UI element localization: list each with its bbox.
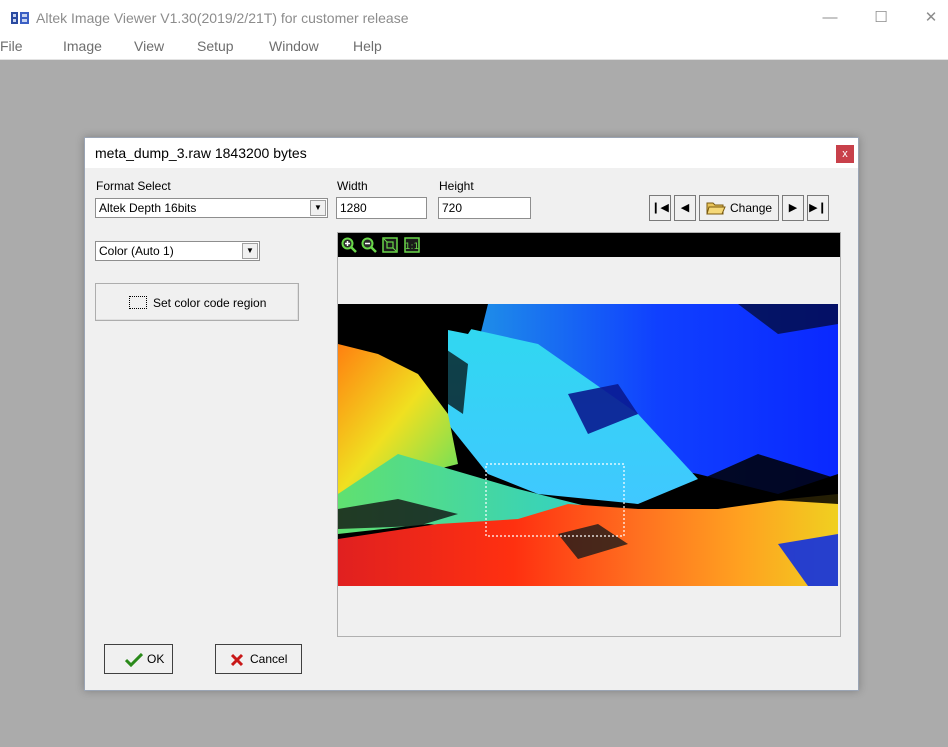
x-mark-icon [230, 653, 244, 667]
menu-window[interactable]: Window [269, 38, 319, 54]
menu-file[interactable]: File [0, 38, 23, 54]
folder-open-icon [706, 202, 726, 215]
cancel-button[interactable]: Cancel [215, 644, 302, 674]
height-label: Height [439, 179, 474, 193]
app-icon [11, 12, 29, 24]
close-window-button[interactable]: ✕ [916, 6, 946, 30]
region-select-icon [129, 296, 147, 309]
height-input[interactable] [439, 198, 530, 218]
width-input[interactable] [337, 198, 426, 218]
svg-text:1:1: 1:1 [405, 242, 419, 252]
zoom-in-icon[interactable] [341, 237, 357, 253]
set-color-region-button[interactable]: Set color code region [95, 283, 299, 321]
width-field[interactable] [336, 197, 427, 219]
change-button[interactable]: Change [699, 195, 779, 221]
image-preview-panel: 1:1 [337, 232, 841, 637]
close-icon: x [842, 148, 848, 160]
skip-last-icon: ▶❙ [809, 202, 827, 214]
chevron-down-icon[interactable]: ▼ [310, 200, 326, 216]
menu-setup[interactable]: Setup [197, 38, 234, 54]
ok-button[interactable]: OK [104, 644, 173, 674]
checkmark-icon [125, 653, 143, 667]
maximize-icon: ☐ [874, 9, 888, 26]
menu-help[interactable]: Help [353, 38, 382, 54]
fit-window-icon[interactable] [382, 237, 398, 253]
prev-file-button[interactable]: ◀ [674, 195, 696, 221]
close-icon: ✕ [924, 9, 938, 26]
color-mode-select[interactable]: Color (Auto 1) ▼ [95, 241, 260, 261]
minimize-icon: — [822, 9, 838, 26]
zoom-out-icon[interactable] [361, 237, 377, 253]
depth-map-image[interactable] [338, 304, 838, 586]
format-select-value: Altek Depth 16bits [99, 201, 197, 215]
dialog-close-button[interactable]: x [836, 145, 854, 163]
menu-image[interactable]: Image [63, 38, 102, 54]
prev-icon: ◀ [680, 202, 690, 214]
window-titlebar: Altek Image Viewer V1.30(2019/2/21T) for… [0, 0, 948, 36]
chevron-down-icon[interactable]: ▼ [242, 243, 258, 259]
next-icon: ▶ [788, 202, 798, 214]
format-select[interactable]: Altek Depth 16bits ▼ [95, 198, 328, 218]
set-color-region-label: Set color code region [153, 296, 267, 310]
first-file-button[interactable]: ❙◀ [649, 195, 671, 221]
cancel-label: Cancel [250, 652, 288, 666]
next-file-button[interactable]: ▶ [782, 195, 804, 221]
maximize-button[interactable]: ☐ [866, 6, 896, 30]
height-field[interactable] [438, 197, 531, 219]
actual-size-icon[interactable]: 1:1 [404, 237, 420, 253]
last-file-button[interactable]: ▶❙ [807, 195, 829, 221]
width-label: Width [337, 179, 368, 193]
menu-bar: File Image View Setup Window Help [0, 36, 948, 60]
ok-label: OK [147, 652, 165, 666]
change-label: Change [730, 201, 773, 215]
raw-import-dialog: meta_dump_3.raw 1843200 bytes x Format S… [84, 137, 859, 691]
dialog-titlebar: meta_dump_3.raw 1843200 bytes x [85, 138, 858, 168]
window-title: Altek Image Viewer V1.30(2019/2/21T) for… [36, 10, 409, 26]
skip-first-icon: ❙◀ [651, 202, 669, 214]
menu-view[interactable]: View [134, 38, 164, 54]
image-toolbar: 1:1 [338, 233, 840, 257]
dialog-title: meta_dump_3.raw 1843200 bytes [95, 145, 307, 161]
minimize-button[interactable]: — [815, 6, 845, 30]
color-mode-value: Color (Auto 1) [99, 244, 174, 258]
format-select-label: Format Select [96, 179, 171, 193]
